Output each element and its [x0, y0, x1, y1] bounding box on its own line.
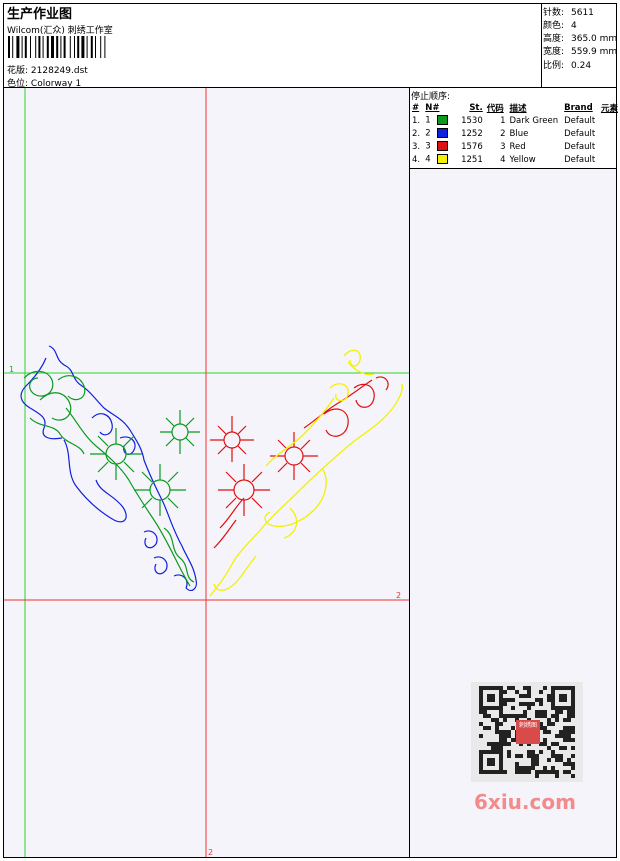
guide-marker-2: 2: [396, 591, 401, 600]
guide-marker-1: 1: [9, 365, 14, 374]
studio-name: Wilcom(汇众) 刺绣工作室: [7, 26, 113, 36]
red-stitch-motif: [210, 376, 389, 549]
stat-stitches: 针数: 5611: [543, 8, 594, 18]
color-swatch: [436, 128, 448, 139]
page-title: 生产作业图: [7, 7, 73, 22]
seal-stamp: 刺绣图: [516, 720, 540, 744]
watermark-logo: 6xiu.com: [474, 790, 576, 814]
stat-scale: 比例: 0.24: [543, 61, 592, 71]
table-row[interactable]: 3. 3 1576 3 Red Default: [410, 140, 620, 153]
stat-colors: 颜色: 4: [543, 21, 577, 31]
stats-divider: [541, 4, 542, 88]
table-row[interactable]: 4. 4 1251 4 Yellow Default: [410, 153, 620, 166]
design-label: 花版:: [7, 66, 29, 76]
table-row[interactable]: 2. 2 1252 2 Blue Default: [410, 127, 620, 140]
design-row: 花版: 2128249.dst: [7, 63, 88, 76]
guide-marker-3: 2: [208, 848, 213, 857]
design-canvas[interactable]: 1 2 2: [4, 88, 409, 857]
stat-height: 高度: 365.0 mm: [543, 34, 618, 44]
stop-sequence-table: # N# St. 代码 描述 Brand 元素 1. 1 1530 1 Dark Gre…: [410, 101, 620, 166]
design-file: 2128249.dst: [30, 66, 88, 76]
color-swatch: [436, 141, 448, 152]
yellow-stitch-motif: [209, 349, 403, 597]
barcode: [8, 36, 106, 58]
stat-width: 宽度: 559.9 mm: [543, 47, 618, 57]
table-header: # N# St. 代码 描述 Brand 元素: [412, 102, 618, 114]
color-swatch: [436, 154, 448, 165]
table-row[interactable]: 1. 1 1530 1 Dark Green Default: [410, 114, 620, 127]
green-stitch-motif: [23, 370, 200, 587]
blue-stitch-motif: [20, 345, 197, 592]
design-preview: 1 2 2: [4, 88, 409, 857]
color-swatch: [436, 115, 448, 126]
